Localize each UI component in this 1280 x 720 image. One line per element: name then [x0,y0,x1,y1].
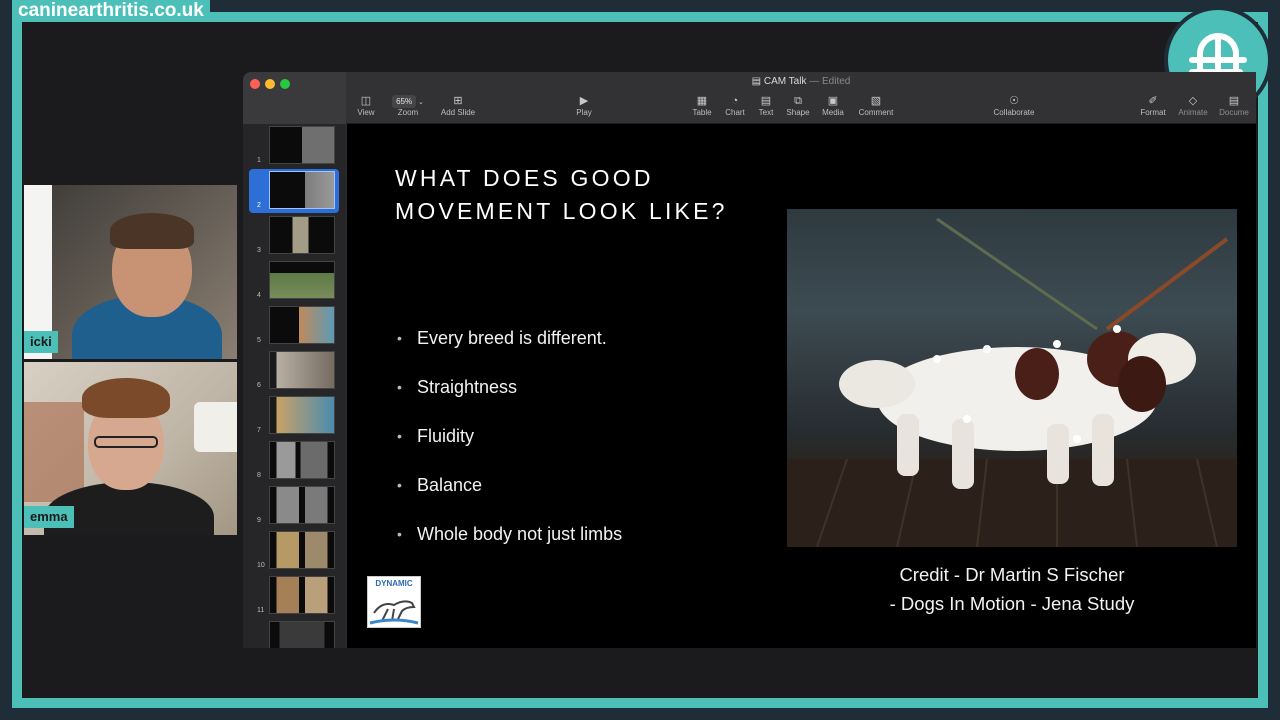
sidebar-icon: ◫ [360,95,372,107]
animate-button[interactable]: ◇ Animate [1176,94,1210,117]
close-window-button[interactable] [250,79,260,89]
window-titlebar-sidebar [243,72,346,124]
bullet-item: Every breed is different. [397,324,622,373]
window-title: ▤ CAM Talk — Edited [346,76,1256,87]
chevron-down-icon: ⌄ [416,99,424,106]
photo-credit: Credit - Dr Martin S Fischer - Dogs In M… [889,564,1135,614]
slide-thumbnail-10[interactable]: 10 [243,529,346,571]
media-icon: ▣ [827,95,839,107]
slide-navigator: 1 2 3 4 5 6 7 8 9 10 11 [243,124,346,648]
slide-thumbnail-5[interactable]: 5 [243,304,346,346]
slide-thumbnail-9[interactable]: 9 [243,484,346,526]
text-button[interactable]: ▤ Text [755,94,777,117]
add-slide-icon: ⊞ [453,95,463,107]
bullet-item: Straightness [397,373,622,422]
shape-icon: ⧉ [794,95,802,107]
slide-thumbnail-3[interactable]: 3 [243,214,346,256]
document-button[interactable]: ▤ Docume [1214,94,1254,117]
slide-thumbnail-7[interactable]: 7 [243,394,346,436]
slide-title: WHAT DOES GOOD MOVEMENT LOOK LIKE? [395,165,728,224]
bullet-item: Fluidity [397,422,622,471]
slide-thumbnail-6[interactable]: 6 [243,349,346,391]
comment-icon: ▧ [870,95,882,107]
slide-canvas: WHAT DOES GOOD MOVEMENT LOOK LIKE? Every… [347,124,1256,648]
slide-thumbnail-8[interactable]: 8 [243,439,346,481]
zoom-button[interactable]: 65% ⌄ Zoom [388,94,428,117]
running-dog-logo-icon [369,600,419,625]
document-status: — Edited [809,76,851,87]
zoom-value: 65% [392,95,417,108]
keynote-window: ▤ CAM Talk — Edited ◫ View 65% ⌄ Zoom ⊞ … [243,72,1256,648]
springer-spaniel-image [787,217,1237,547]
format-button[interactable]: ✐ Format [1138,94,1168,117]
table-button[interactable]: ▦ Table [688,94,716,117]
participant-name-tag: icki [24,331,58,353]
site-label: caninearthritis.co.uk [12,0,210,22]
slide-thumbnail-12[interactable] [243,619,346,648]
slide-thumbnail-4[interactable]: 4 [243,259,346,301]
add-slide-button[interactable]: ⊞ Add Slide [436,94,480,117]
chart-button[interactable]: ◔ Chart [722,94,748,117]
zoom-window-button[interactable] [280,79,290,89]
collaborate-icon: ☉ [1009,95,1019,107]
stream-frame: caninearthritis.co.uk icki emma ▤ CAM Ta… [0,0,1280,720]
participant-video-2: emma [24,362,237,535]
bullet-item: Balance [397,471,622,520]
shape-button[interactable]: ⧉ Shape [784,94,812,117]
participant-video-1: icki [24,185,237,359]
minimize-window-button[interactable] [265,79,275,89]
play-button[interactable]: ▶ Play [570,94,598,117]
comment-button[interactable]: ▧ Comment [854,94,898,117]
text-box-icon: ▤ [760,95,772,107]
dog-gait-photo [787,209,1237,547]
collaborate-button[interactable]: ☉ Collaborate [990,94,1038,117]
bullet-item: Whole body not just limbs [397,520,622,569]
participant-name-tag: emma [24,506,74,528]
keynote-toolbar: ▤ CAM Talk — Edited ◫ View 65% ⌄ Zoom ⊞ … [346,72,1256,124]
slide-thumbnail-1[interactable]: 1 [243,124,346,166]
view-button[interactable]: ◫ View [352,94,380,117]
animate-icon: ◇ [1188,95,1198,107]
document-settings-icon: ▤ [1228,95,1240,107]
media-button[interactable]: ▣ Media [819,94,847,117]
slide-thumbnail-2[interactable]: 2 [243,169,346,213]
dynamic-logo: DYNAMIC [367,576,421,628]
paintbrush-icon: ✐ [1148,95,1158,107]
document-icon: ▤ [751,76,762,87]
bullet-list: Every breed is different. Straightness F… [397,324,622,569]
slide-thumbnail-11[interactable]: 11 [243,574,346,616]
document-name: CAM Talk [763,76,807,87]
play-icon: ▶ [579,95,589,107]
chart-icon: ◔ [731,95,739,107]
table-icon: ▦ [696,95,708,107]
